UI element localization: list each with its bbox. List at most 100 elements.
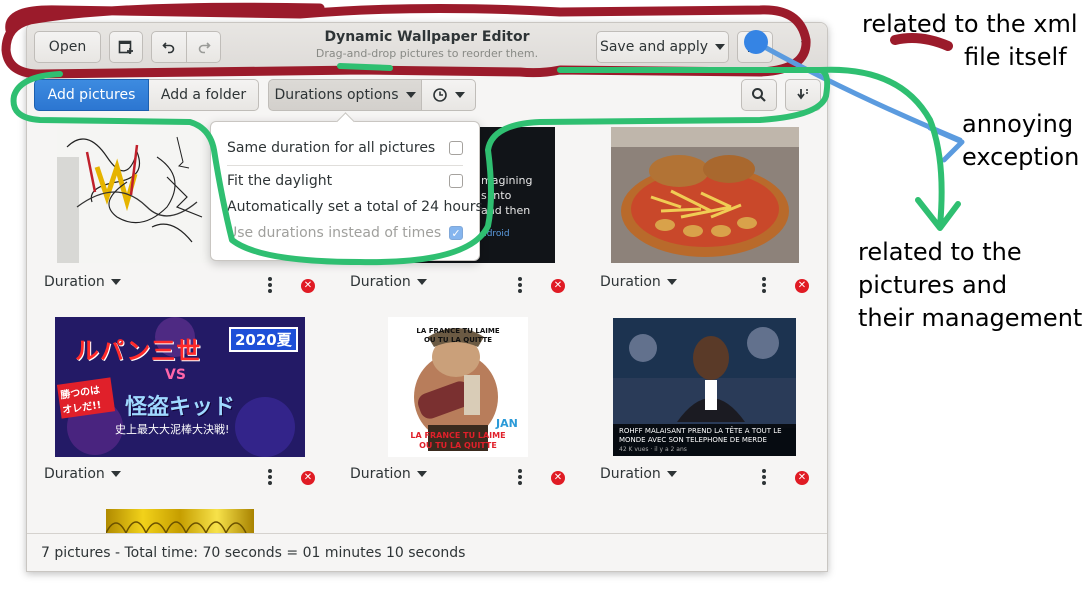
remove-picture-icon[interactable]: ✕ <box>551 279 565 293</box>
new-window-button[interactable] <box>109 31 143 63</box>
duration-label: Duration <box>350 274 411 290</box>
image-text: VS <box>165 367 186 383</box>
same-duration-option[interactable]: Same duration for all pictures <box>227 136 463 160</box>
undo-button[interactable] <box>151 31 187 63</box>
duration-label: Duration <box>600 274 661 290</box>
image-caption: LA FRANCE TU LAIME OU TU LA QUITTE <box>410 431 506 451</box>
chevron-down-icon <box>110 279 121 285</box>
add-folder-button[interactable]: Add a folder <box>149 79 259 111</box>
chevron-down-icon <box>666 279 677 285</box>
annotation-line: related to the <box>858 238 1022 266</box>
duration-dropdown[interactable]: Duration <box>350 466 427 482</box>
durations-options-button[interactable]: Durations options <box>268 79 422 111</box>
image-text: 42 K vues · il y a 2 ans <box>619 446 687 453</box>
image-text: ROHFF MALAISANT PREND LA TÊTE A TOUT LE <box>619 427 782 435</box>
open-button-label: Open <box>48 39 87 55</box>
popover-separator <box>227 165 463 166</box>
remove-picture-icon[interactable]: ✕ <box>301 279 315 293</box>
picture-thumbnail[interactable] <box>106 509 254 533</box>
picture-thumbnail[interactable] <box>611 127 799 263</box>
add-pictures-button[interactable]: Add pictures <box>34 79 149 111</box>
image-text: 怪盗キッド <box>125 395 236 420</box>
redo-button[interactable] <box>187 31 221 63</box>
image-text: LA FRANCE TU LAIME <box>416 327 500 335</box>
annotation-line: their management <box>858 304 1083 332</box>
image-text: and then <box>481 204 531 217</box>
duration-label: Duration <box>44 466 105 482</box>
duration-dropdown[interactable]: Duration <box>44 274 121 290</box>
toolbar: Add pictures Add a folder Durations opti… <box>27 71 827 119</box>
annotation-line: annoying <box>962 110 1074 138</box>
chevron-down-icon <box>405 92 416 98</box>
durations-options-label: Durations options <box>274 87 399 103</box>
sort-button[interactable] <box>785 79 821 111</box>
durations-options-popover: Same duration for all pictures Fit the d… <box>210 112 483 261</box>
duration-dropdown[interactable]: Duration <box>350 274 427 290</box>
app-window: Open Dynamic Wallpaper Editor Drag-and-d… <box>26 22 828 572</box>
annotation-xml-note: related to the xml file itself <box>862 8 1078 74</box>
image-text: s into <box>481 189 512 202</box>
open-button[interactable]: Open <box>34 31 101 63</box>
duration-dropdown[interactable]: Duration <box>600 274 677 290</box>
video-caption-overlay: ROHFF MALAISANT PREND LA TÊTE A TOUT LE … <box>613 424 796 456</box>
scribble-drawing-image <box>57 127 211 263</box>
time-options-button[interactable] <box>422 79 476 111</box>
option-label: Use durations instead of times <box>227 225 442 241</box>
redo-icon <box>198 42 211 54</box>
option-label: Same duration for all pictures <box>227 140 436 156</box>
annotation-line: file itself <box>964 43 1067 71</box>
checkbox[interactable] <box>449 174 463 188</box>
picture-thumbnail[interactable]: ROHFF MALAISANT PREND LA TÊTE A TOUT LE … <box>613 318 796 456</box>
remove-picture-icon[interactable]: ✕ <box>795 471 809 485</box>
remove-picture-icon[interactable]: ✕ <box>551 471 565 485</box>
search-icon <box>752 88 766 102</box>
more-options-icon[interactable] <box>268 469 272 485</box>
menu-button[interactable] <box>737 31 773 63</box>
image-text: MONDE AVEC SON TELEPHONE DE MERDE <box>619 436 767 444</box>
checkbox[interactable] <box>449 141 463 155</box>
burger-pizza-image <box>611 127 799 263</box>
picture-thumbnail[interactable]: LA FRANCE TU LAIME OU TU LA QUITTE LA FR… <box>388 317 528 457</box>
fit-daylight-option[interactable]: Fit the daylight <box>227 169 463 193</box>
remove-picture-icon[interactable]: ✕ <box>301 471 315 485</box>
remove-picture-icon[interactable]: ✕ <box>795 279 809 293</box>
use-durations-option[interactable]: Use durations instead of times ✓ <box>227 221 463 245</box>
chevron-down-icon <box>715 44 726 50</box>
chevron-down-icon <box>416 471 427 477</box>
checkbox-checked[interactable]: ✓ <box>449 226 463 240</box>
close-window-button[interactable]: ✕ <box>795 36 815 56</box>
picture-thumbnail[interactable]: 2020夏 ルパン三世 VS 怪盗キッド 史上最大大泥棒大決戦! 勝つのは オレ… <box>55 317 305 457</box>
sort-down-icon <box>797 89 808 100</box>
image-text: JAN <box>496 417 518 430</box>
annotation-pictures-note: related to the pictures and their manage… <box>858 236 1082 335</box>
window-subtitle: Drag-and-drop pictures to reorder them. <box>315 47 539 60</box>
more-options-icon[interactable] <box>762 469 766 485</box>
duration-dropdown[interactable]: Duration <box>44 466 121 482</box>
duration-dropdown[interactable]: Duration <box>600 466 677 482</box>
image-text: magining <box>481 174 533 187</box>
add-pictures-label: Add pictures <box>47 87 136 103</box>
save-and-apply-button[interactable]: Save and apply <box>596 31 729 63</box>
chevron-down-icon <box>666 471 677 477</box>
headerbar: Open Dynamic Wallpaper Editor Drag-and-d… <box>27 23 827 71</box>
auto-24-hours-option[interactable]: Automatically set a total of 24 hours <box>227 195 483 219</box>
annotation-exception-note: annoying exception <box>962 108 1079 174</box>
more-options-icon[interactable] <box>268 277 272 293</box>
status-text: 7 pictures - Total time: 70 seconds = 01… <box>41 544 466 561</box>
image-text: ndroid <box>481 229 510 239</box>
more-options-icon[interactable] <box>518 469 522 485</box>
more-options-icon[interactable] <box>518 277 522 293</box>
duration-label: Duration <box>350 466 411 482</box>
more-options-icon[interactable] <box>762 277 766 293</box>
picture-thumbnail[interactable] <box>57 127 211 263</box>
search-button[interactable] <box>741 79 777 111</box>
option-label: Automatically set a total of 24 hours <box>227 199 483 215</box>
image-caption: magining s into and then <box>481 173 532 218</box>
chevron-down-icon <box>416 279 427 285</box>
statusbar: 7 pictures - Total time: 70 seconds = 01… <box>27 533 827 571</box>
green-annotation-arrow <box>817 66 961 231</box>
image-text: OU TU LA QUITTE <box>423 336 492 344</box>
save-button-label: Save and apply <box>599 39 709 55</box>
duration-label: Duration <box>600 466 661 482</box>
image-text: OU TU LA QUITTE <box>419 441 497 450</box>
